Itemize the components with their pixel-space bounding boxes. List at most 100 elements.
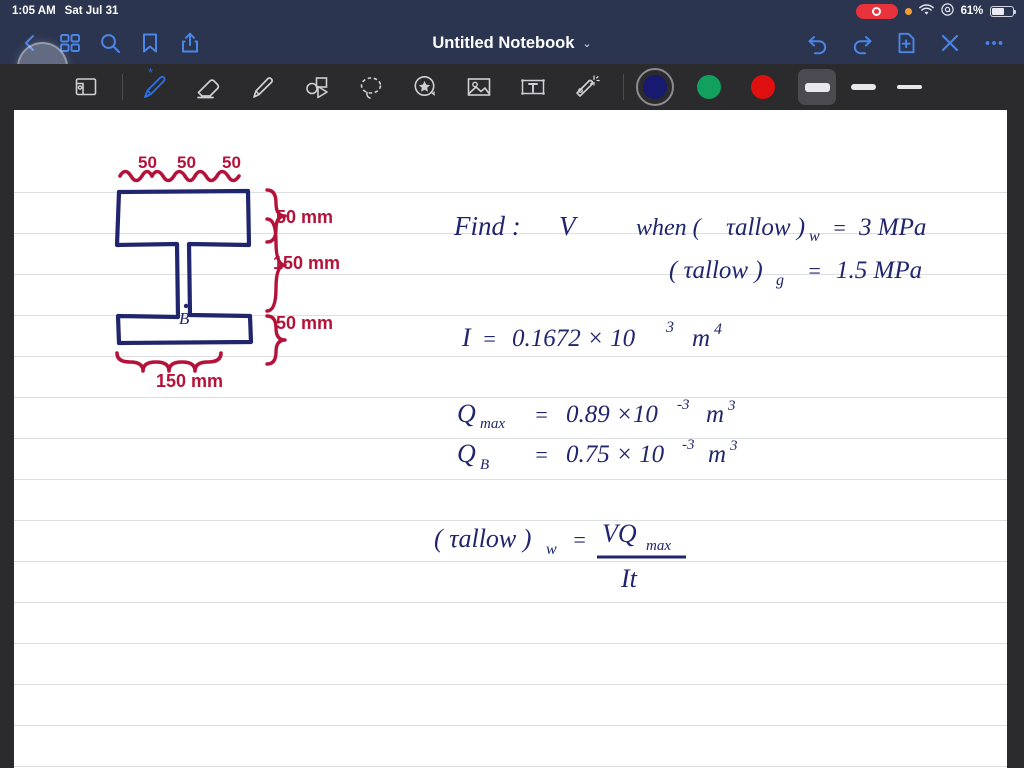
star-sticker-tool[interactable] xyxy=(405,67,445,107)
ruled-line xyxy=(14,479,1007,480)
ruled-line xyxy=(14,397,1007,398)
beam-outline xyxy=(114,188,254,346)
color-swatch-green[interactable] xyxy=(690,68,728,106)
ruled-line xyxy=(14,766,1007,767)
note-tau-g: ( τallow ) xyxy=(669,257,763,284)
dim-top-3: 50 xyxy=(222,153,241,172)
ruled-line xyxy=(14,643,1007,644)
brace-top-2 xyxy=(150,169,197,183)
more-button[interactable] xyxy=(982,31,1006,55)
stroke-width-thin[interactable] xyxy=(890,69,928,105)
point-b-label: B xyxy=(179,309,190,328)
status-bar-left: 1:05 AM Sat Jul 31 xyxy=(0,5,118,17)
search-button[interactable] xyxy=(98,31,122,55)
close-button[interactable] xyxy=(938,31,962,55)
dim-right-2: 150 mm xyxy=(273,253,340,273)
color-swatch-navy[interactable] xyxy=(636,68,674,106)
notability-app-window: 1:05 AM Sat Jul 31 61% Untitled Notebook… xyxy=(0,0,1024,768)
image-tool[interactable] xyxy=(459,67,499,107)
dim-bottom: 150 mm xyxy=(156,371,223,391)
note-eq-2: = xyxy=(807,258,822,283)
stroke-bar-thick xyxy=(804,82,830,92)
dim-right-1: 50 mm xyxy=(276,207,333,227)
chevron-down-icon[interactable]: ⌄ xyxy=(582,37,591,50)
color-green xyxy=(697,75,721,99)
note-qb-value: 0.75 × 10 xyxy=(566,441,665,468)
ruled-line xyxy=(14,602,1007,603)
highlighter-tool[interactable] xyxy=(243,67,283,107)
pen-active-indicator: * xyxy=(148,65,154,80)
color-navy xyxy=(643,75,667,99)
note-i-unit-exp: 4 xyxy=(714,321,722,338)
note-i-unit: m xyxy=(692,325,710,352)
stroke-bar-medium xyxy=(850,84,876,90)
note-tau-formula-sub: w xyxy=(546,541,557,558)
note-qmax-label: Q xyxy=(457,399,476,428)
tool-group: * xyxy=(0,65,936,107)
ruled-line xyxy=(14,561,1007,562)
note-formula-den: It xyxy=(620,564,638,593)
stroke-width-thick[interactable] xyxy=(798,69,836,105)
note-15mpa: 1.5 MPa xyxy=(836,257,922,284)
point-b-dot xyxy=(183,303,189,309)
note-find-label: Find : xyxy=(453,211,521,241)
eraser-tool[interactable] xyxy=(189,67,229,107)
toolbar-divider xyxy=(122,74,123,100)
share-button[interactable] xyxy=(178,31,202,55)
dim-right-3: 50 mm xyxy=(276,313,333,333)
magic-wand-tool[interactable] xyxy=(567,67,607,107)
pen-toolbar: * xyxy=(0,64,1024,110)
shapes-tool[interactable] xyxy=(297,67,337,107)
add-page-button[interactable] xyxy=(894,31,918,55)
rotation-lock-icon xyxy=(940,3,954,19)
back-button[interactable] xyxy=(18,31,42,55)
note-find-v: V xyxy=(559,211,579,241)
status-bar-right: 61% xyxy=(855,3,1024,19)
redo-button[interactable] xyxy=(850,31,874,55)
brace-top-3 xyxy=(193,169,241,183)
note-3mpa: 3 MPa xyxy=(858,214,926,241)
color-swatch-red[interactable] xyxy=(744,68,782,106)
lasso-tool[interactable] xyxy=(351,67,391,107)
handwritten-ink-layer: B 50 50 50 50 mm 150 mm 50 mm 150 mm Fin… xyxy=(114,153,926,593)
note-qb-unit-exp: 3 xyxy=(729,438,738,454)
toolbar-divider-2 xyxy=(623,74,624,100)
note-formula-eq: = xyxy=(572,527,587,552)
notebook-navigation-bar: Untitled Notebook ⌄ xyxy=(0,22,1024,93)
pen-tool[interactable]: * xyxy=(135,65,175,107)
stroke-width-medium[interactable] xyxy=(844,69,882,105)
ruled-line xyxy=(14,233,1007,234)
ruled-line xyxy=(14,725,1007,726)
dim-top-1: 50 xyxy=(138,153,157,172)
undo-button[interactable] xyxy=(806,31,830,55)
note-tau-w: τallow ) xyxy=(726,214,805,241)
note-qmax-unit: m xyxy=(706,401,724,428)
note-formula-num-sub: max xyxy=(646,538,671,554)
dim-top-2: 50 xyxy=(177,153,196,172)
ruled-line xyxy=(14,438,1007,439)
ruled-line xyxy=(14,520,1007,521)
brace-top-1 xyxy=(118,169,154,183)
note-qmax-sub: max xyxy=(480,416,505,432)
notebook-page[interactable]: B 50 50 50 50 mm 150 mm 50 mm 150 mm Fin… xyxy=(14,110,1007,768)
note-when: when ( xyxy=(636,215,703,241)
note-qb-unit: m xyxy=(708,441,726,468)
ruled-line xyxy=(14,192,1007,193)
bookmark-button[interactable] xyxy=(138,31,162,55)
status-bar-date: Sat Jul 31 xyxy=(64,5,119,17)
page-layout-tool[interactable] xyxy=(66,67,106,107)
note-tau-formula-lhs: ( τallow ) xyxy=(434,524,531,553)
text-box-tool[interactable] xyxy=(513,67,553,107)
thumbnails-button[interactable] xyxy=(58,31,82,55)
note-qmax-value: 0.89 ×10 xyxy=(566,401,658,428)
color-red xyxy=(751,75,775,99)
ios-status-bar: 1:05 AM Sat Jul 31 61% xyxy=(0,0,1024,22)
brace-right-1 xyxy=(265,188,287,244)
note-qb-label: Q xyxy=(457,439,476,468)
battery-icon xyxy=(990,5,1016,17)
note-qb-exp: -3 xyxy=(682,437,695,453)
ruled-line xyxy=(14,274,1007,275)
note-qb-eq: = xyxy=(534,442,549,467)
stroke-bar-thin xyxy=(896,85,922,89)
note-qmax-exp: -3 xyxy=(677,397,690,413)
